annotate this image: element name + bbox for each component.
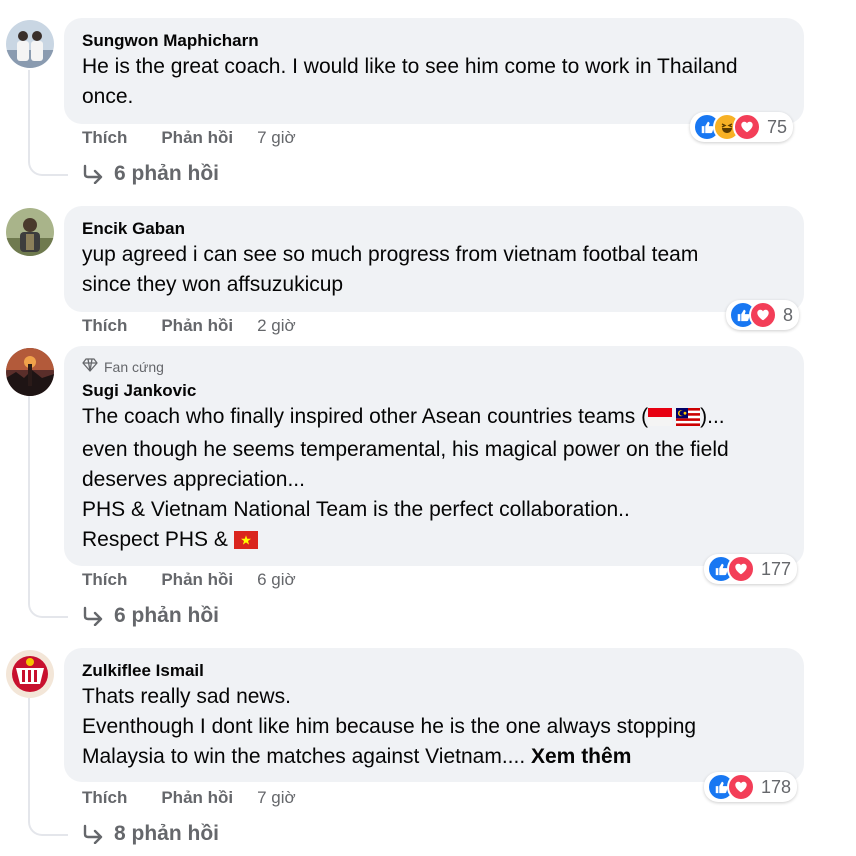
reply-link[interactable]: Phản hồi [161,128,233,148]
avatar[interactable] [6,650,54,698]
comment-author[interactable]: Sungwon Maphicharn [82,30,786,52]
thread-connector [28,152,68,176]
comment-text-line: yup agreed i can see so much progress fr… [82,243,699,266]
reaction-summary[interactable]: 75 [690,112,794,142]
view-replies-link[interactable]: 6 phản hồi [82,162,219,186]
reaction-count: 177 [761,558,792,579]
reply-arrow-icon [82,164,104,184]
reply-link[interactable]: Phản hồi [161,570,233,590]
comment-text-line: deserves appreciation... [82,468,305,491]
comment-text-line: Malaysia to win the matches against Viet… [82,742,786,772]
comment-text-line: He is the great coach. I would like to s… [82,55,738,78]
love-reaction-icon [727,773,755,801]
comment-actions: Thích Phản hồi 2 giờ [82,316,296,336]
comment-text-line: even though he seems temperamental, his … [82,438,729,461]
replies-count-label: 6 phản hồi [114,604,219,627]
comment-text-line: Thats really sad news. [82,685,291,708]
comment-author[interactable]: Encik Gaban [82,218,786,240]
reaction-summary[interactable]: 178 [704,772,798,802]
love-reaction-icon [727,555,755,583]
comment-timestamp[interactable]: 6 giờ [257,570,296,590]
comment-bubble: Fan cứng Sugi Jankovic The coach who fin… [64,346,804,566]
comment-author[interactable]: Sugi Jankovic [82,380,786,402]
text-segment: )... [700,405,725,428]
comment-text-line: since they won affsuzukicup [82,273,344,296]
thread-connector [28,594,68,618]
badge-label: Fan cứng [104,359,164,375]
comment-bubble: Sungwon Maphicharn He is the great coach… [64,18,804,124]
like-link[interactable]: Thích [82,570,127,590]
reply-link[interactable]: Phản hồi [161,788,233,808]
text-segment: The coach who finally inspired other Ase… [82,405,649,428]
indonesia-flag-icon [648,405,673,435]
reply-arrow-icon [82,606,104,626]
comment-author[interactable]: Zulkiflee Ismail [82,660,786,682]
reply-arrow-icon [82,824,104,844]
thread-line [28,396,30,602]
comment-text-line: once. [82,85,134,108]
comment-text-line: Eventhough I dont like him because he is… [82,715,697,738]
comment-text-line: The coach who finally inspired other Ase… [82,402,786,435]
reaction-summary[interactable]: 177 [704,554,798,584]
like-link[interactable]: Thích [82,316,127,336]
love-reaction-icon [749,301,777,329]
avatar[interactable] [6,20,54,68]
text-segment: Malaysia to win the matches against Viet… [82,745,531,768]
thread-line [28,70,30,160]
text-segment: Respect PHS & [82,528,234,551]
reaction-count: 8 [783,304,794,325]
like-link[interactable]: Thích [82,128,127,148]
reaction-summary[interactable]: 8 [726,300,800,330]
comment-text-line: PHS & Vietnam National Team is the perfe… [82,498,630,521]
reaction-count: 75 [767,116,788,137]
reaction-count: 178 [761,776,792,797]
diamond-icon [82,358,104,376]
view-replies-link[interactable]: 8 phản hồi [82,822,219,846]
comment-timestamp[interactable]: 2 giờ [257,316,296,336]
view-replies-link[interactable]: 6 phản hồi [82,604,219,628]
comment-actions: Thích Phản hồi 7 giờ [82,788,296,808]
comment-text-line: Respect PHS & [82,525,786,558]
top-fan-badge: Fan cứng [82,358,786,376]
see-more-link[interactable]: Xem thêm [531,745,631,768]
comment-timestamp[interactable]: 7 giờ [257,128,296,148]
love-reaction-icon [733,113,761,141]
avatar[interactable] [6,348,54,396]
malaysia-flag-icon [676,405,701,435]
vietnam-flag-icon [233,528,258,558]
comment-timestamp[interactable]: 7 giờ [257,788,296,808]
avatar[interactable] [6,208,54,256]
like-link[interactable]: Thích [82,788,127,808]
reply-link[interactable]: Phản hồi [161,316,233,336]
comment-bubble: Zulkiflee Ismail Thats really sad news. … [64,648,804,782]
thread-connector [28,812,68,836]
comment-actions: Thích Phản hồi 6 giờ [82,570,296,590]
replies-count-label: 8 phản hồi [114,822,219,845]
replies-count-label: 6 phản hồi [114,162,219,185]
comment-bubble: Encik Gaban yup agreed i can see so much… [64,206,804,312]
thread-line [28,698,30,820]
comment-actions: Thích Phản hồi 7 giờ [82,128,296,148]
